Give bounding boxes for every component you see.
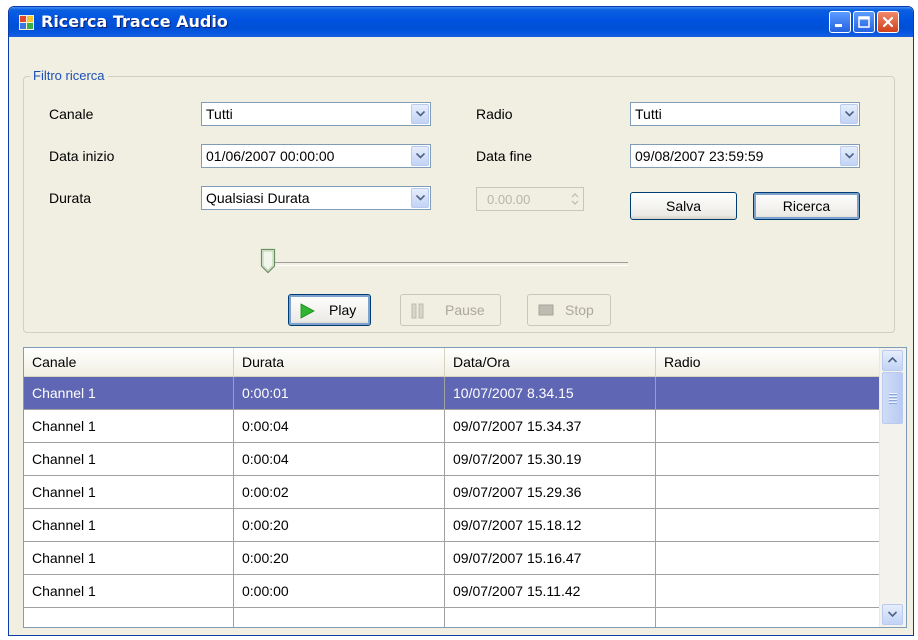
minimize-button[interactable] [829,11,851,33]
cell-radio [656,608,881,627]
canale-combo[interactable]: Tutti [201,102,431,126]
cell-durata: 0:00:01 [234,377,445,409]
data-fine-picker[interactable]: 09/08/2007 23:59:59 [630,144,860,168]
cell-durata: 0:00:02 [234,476,445,508]
app-icon [19,15,34,30]
pause-label: Pause [445,302,485,318]
cell-durata: 0:00:04 [234,410,445,442]
cell-durata: 0:00:00 [234,575,445,607]
radio-combo[interactable]: Tutti [630,102,860,126]
ricerca-button[interactable]: Ricerca [753,192,860,220]
cell-radio [656,575,881,607]
table-row[interactable]: Channel 1 0:00:04 09/07/2007 15.34.37 [24,410,881,443]
radio-combo-value: Tutti [635,106,662,122]
stop-label: Stop [565,302,594,318]
window-title: Ricerca Tracce Audio [41,12,228,31]
cell-data-ora: 09/07/2007 15.29.36 [445,476,656,508]
maximize-button[interactable] [853,11,875,33]
scroll-down-button[interactable] [882,604,903,625]
title-bar[interactable]: Ricerca Tracce Audio [9,7,913,37]
data-inizio-picker[interactable]: 01/06/2007 00:00:00 [201,144,431,168]
cell-canale [24,608,234,627]
data-fine-value: 09/08/2007 23:59:59 [635,148,764,164]
cell-radio [656,410,881,442]
chevron-down-icon[interactable] [840,104,858,124]
table-row[interactable]: Channel 1 0:00:20 09/07/2007 15.18.12 [24,509,881,542]
stop-button[interactable]: Stop [527,294,611,326]
results-grid[interactable]: Canale Durata Data/Ora Radio Channel 1 0… [23,347,907,628]
table-row[interactable]: Channel 1 0:00:00 09/07/2007 15.11.42 [24,575,881,608]
durata-combo[interactable]: Qualsiasi Durata [201,186,431,210]
durata-label: Durata [49,190,92,206]
column-header-canale[interactable]: Canale [24,348,234,376]
cell-data-ora: 09/07/2007 15.11.42 [445,575,656,607]
chevron-down-icon[interactable] [411,188,429,208]
cell-data-ora: 09/07/2007 15.16.47 [445,542,656,574]
play-icon [299,303,315,322]
scroll-up-button[interactable] [882,350,903,371]
stop-icon [538,303,554,320]
cell-canale: Channel 1 [24,443,234,475]
salva-button[interactable]: Salva [630,192,737,220]
canale-combo-value: Tutti [206,106,233,122]
radio-label: Radio [476,106,513,122]
cell-data-ora: 10/07/2007 8.34.15 [445,377,656,409]
cell-radio [656,509,881,541]
grid-header: Canale Durata Data/Ora Radio [24,348,881,377]
play-label: Play [329,302,357,318]
cell-durata: 0:00:20 [234,509,445,541]
cell-durata [234,608,445,627]
play-button[interactable]: Play [288,294,371,326]
grip-line [889,402,897,404]
cell-canale: Channel 1 [24,410,234,442]
cell-radio [656,377,881,409]
chevron-down-icon[interactable] [411,146,429,166]
cell-data-ora: 09/07/2007 15.18.12 [445,509,656,541]
scroll-thumb[interactable] [882,372,903,424]
grip-line [889,393,897,395]
table-row[interactable]: Channel 1 0:00:02 09/07/2007 15.29.36 [24,476,881,509]
durata-spinner-value: 0.00.00 [487,192,531,207]
durata-spinner[interactable]: 0.00.00 [476,187,584,211]
canale-label: Canale [49,106,94,122]
cell-canale: Channel 1 [24,509,234,541]
table-row[interactable]: Channel 1 0:00:20 09/07/2007 15.16.47 [24,542,881,575]
column-header-radio[interactable]: Radio [656,348,881,376]
table-row[interactable]: Channel 1 0:00:04 09/07/2007 15.30.19 [24,443,881,476]
cell-data-ora [445,608,656,627]
durata-combo-value: Qualsiasi Durata [206,190,310,206]
grip-line [889,396,897,398]
pause-icon [411,303,425,322]
pause-button[interactable]: Pause [400,294,501,326]
cell-data-ora: 09/07/2007 15.30.19 [445,443,656,475]
table-row[interactable]: Channel 1 0:00:01 10/07/2007 8.34.15 [24,377,881,410]
table-row[interactable] [24,608,881,627]
cell-data-ora: 09/07/2007 15.34.37 [445,410,656,442]
cell-canale: Channel 1 [24,542,234,574]
updown-arrows-icon[interactable] [570,191,580,210]
close-button[interactable] [877,11,899,33]
filter-group-label: Filtro ricerca [30,68,108,83]
data-inizio-value: 01/06/2007 00:00:00 [206,148,335,164]
cell-canale: Channel 1 [24,575,234,607]
column-header-durata[interactable]: Durata [234,348,445,376]
cell-radio [656,443,881,475]
data-inizio-label: Data inizio [49,148,115,164]
grid-rows: Channel 1 0:00:01 10/07/2007 8.34.15 Cha… [24,377,881,627]
chevron-down-icon[interactable] [411,104,429,124]
cell-radio [656,476,881,508]
cell-canale: Channel 1 [24,377,234,409]
cell-durata: 0:00:04 [234,443,445,475]
chevron-down-icon[interactable] [840,146,858,166]
cell-canale: Channel 1 [24,476,234,508]
playback-slider-track[interactable] [268,262,628,266]
column-header-data-ora[interactable]: Data/Ora [445,348,656,376]
cell-radio [656,542,881,574]
vertical-scrollbar[interactable] [879,348,906,627]
data-fine-label: Data fine [476,148,533,164]
grip-line [889,399,897,401]
playback-slider-thumb[interactable] [260,248,276,277]
cell-durata: 0:00:20 [234,542,445,574]
